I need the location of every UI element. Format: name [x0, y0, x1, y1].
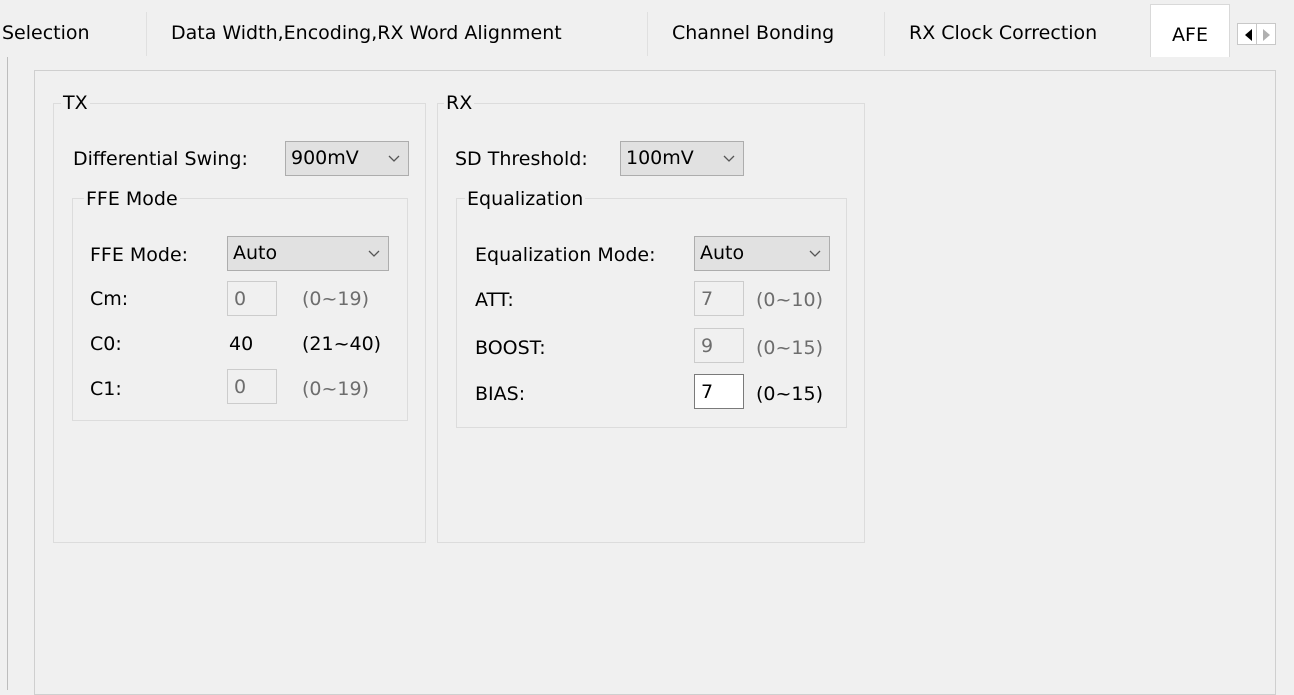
tab-label: AFE: [1172, 24, 1208, 46]
chevron-down-icon: [723, 155, 735, 162]
differential-swing-combo[interactable]: 900mV: [285, 141, 409, 176]
ffe-mode-label: FFE Mode:: [90, 244, 189, 266]
att-input[interactable]: [694, 281, 744, 316]
chevron-down-icon: [809, 250, 821, 257]
tab-data-width[interactable]: Data Width,Encoding,RX Word Alignment: [147, 8, 647, 57]
bias-input[interactable]: [694, 374, 744, 409]
cm-range: (0~19): [302, 288, 370, 310]
tab-label: Channel Bonding: [672, 22, 835, 44]
chevron-down-icon: [368, 250, 380, 257]
bias-label: BIAS:: [475, 383, 526, 405]
tab-label: Data Width,Encoding,RX Word Alignment: [171, 22, 562, 44]
equalization-mode-combo[interactable]: Auto: [694, 236, 830, 271]
att-range: (0~10): [756, 289, 824, 311]
c1-range: (0~19): [302, 378, 370, 400]
ffe-mode-combo[interactable]: Auto: [227, 236, 389, 271]
c1-input[interactable]: [227, 369, 277, 404]
tab-selection[interactable]: Selection: [0, 8, 148, 57]
boost-input[interactable]: [694, 328, 744, 363]
differential-swing-label: Differential Swing:: [73, 148, 248, 170]
tx-group-title: TX: [61, 90, 90, 116]
equalization-group-title: Equalization: [465, 186, 586, 212]
tab-label: Selection: [2, 22, 90, 44]
boost-range: (0~15): [756, 337, 824, 359]
c1-label: C1:: [90, 378, 122, 400]
sd-threshold-combo[interactable]: 100mV: [620, 141, 744, 176]
cm-label: Cm:: [90, 288, 129, 310]
arrow-left-icon: [1245, 29, 1252, 41]
combo-value: 900mV: [291, 147, 359, 169]
tab-label: RX Clock Correction: [909, 22, 1098, 44]
chevron-down-icon: [388, 155, 400, 162]
tab-scroll-left-button[interactable]: [1237, 23, 1257, 45]
combo-value: Auto: [233, 242, 278, 264]
sd-threshold-label: SD Threshold:: [455, 148, 588, 170]
c0-value: 40: [229, 333, 254, 355]
c0-range: (21~40): [302, 333, 382, 355]
c0-label: C0:: [90, 333, 122, 355]
arrow-right-icon: [1263, 29, 1270, 41]
combo-value: Auto: [700, 242, 745, 264]
equalization-mode-label: Equalization Mode:: [475, 244, 656, 266]
boost-label: BOOST:: [475, 337, 546, 359]
cm-input[interactable]: [227, 281, 277, 316]
tab-scroll-right-button[interactable]: [1256, 23, 1276, 45]
tab-channel-bonding[interactable]: Channel Bonding: [648, 8, 884, 57]
ffe-mode-group-title: FFE Mode: [84, 186, 180, 212]
att-label: ATT:: [475, 289, 514, 311]
bias-range: (0~15): [756, 383, 824, 405]
tab-scroll-buttons: [1237, 23, 1277, 45]
window-border: [7, 57, 8, 690]
tab-strip: Selection Data Width,Encoding,RX Word Al…: [0, 0, 1294, 57]
combo-value: 100mV: [626, 147, 694, 169]
rx-group-title: RX: [444, 90, 475, 116]
tab-afe[interactable]: AFE: [1150, 4, 1230, 57]
tab-rx-clock-correction[interactable]: RX Clock Correction: [885, 8, 1150, 57]
